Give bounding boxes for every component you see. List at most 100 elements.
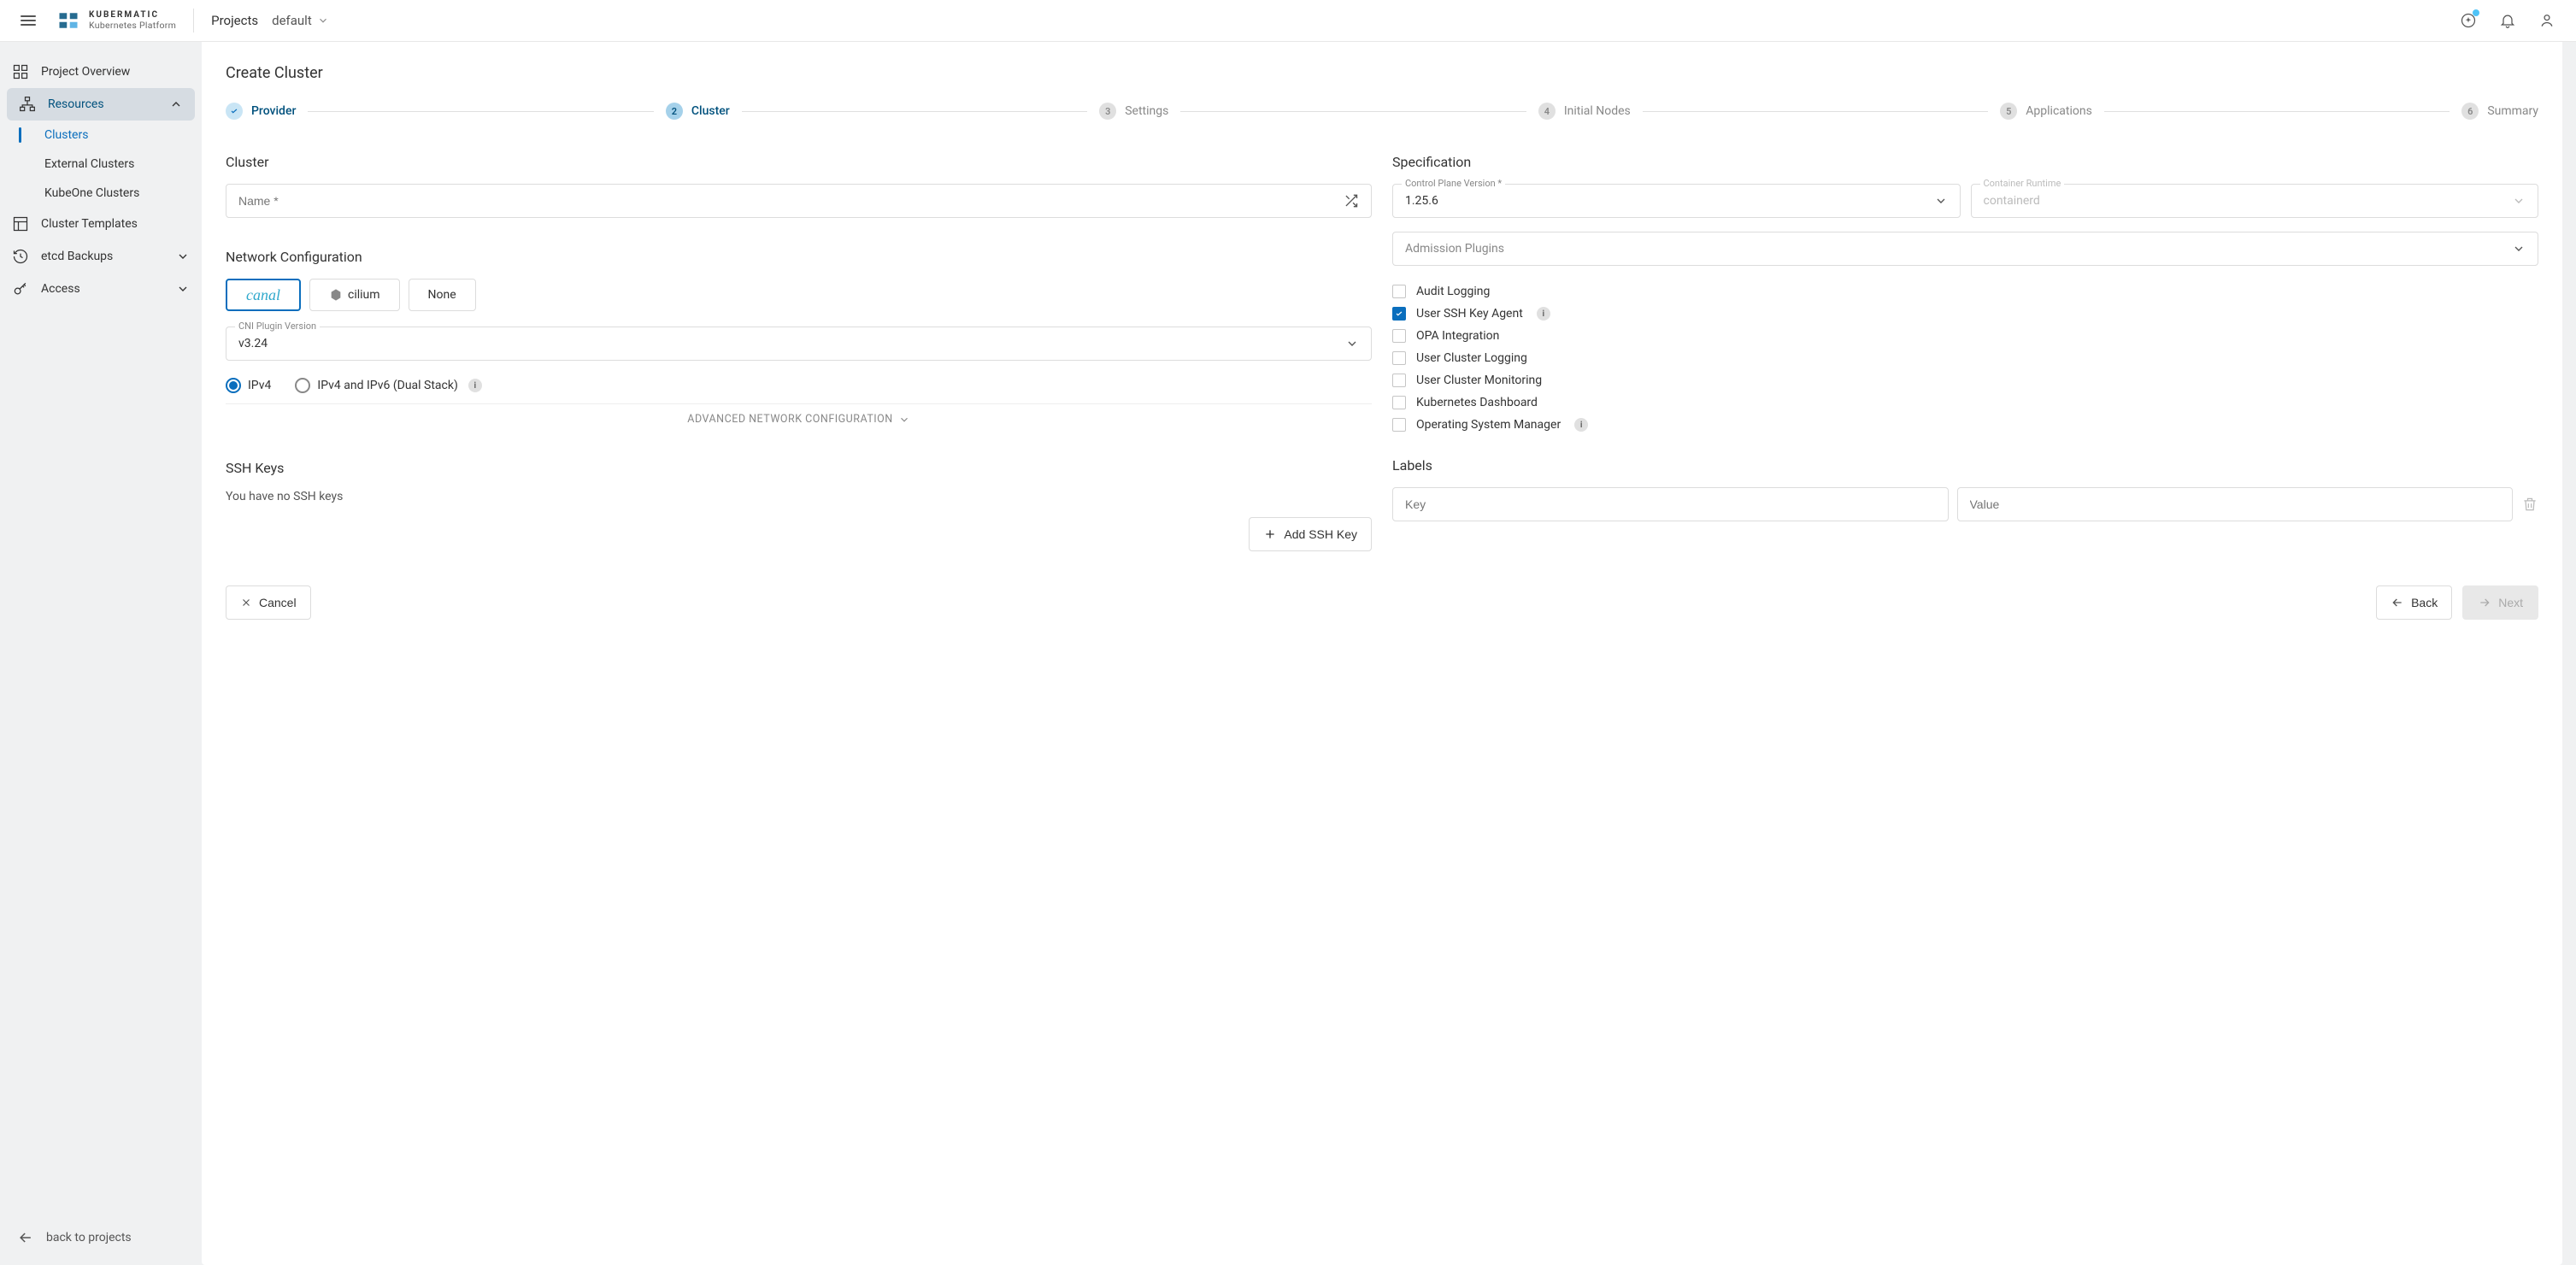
cni-label: cilium (348, 288, 380, 302)
check-user-cluster-monitoring[interactable]: User Cluster Monitoring (1392, 374, 2538, 387)
check-icon (230, 107, 238, 115)
check-opa-integration[interactable]: OPA Integration (1392, 329, 2538, 343)
sidebar-item-resources[interactable]: Resources (7, 88, 195, 121)
cni-label: canal (246, 286, 280, 304)
check-os-manager[interactable]: Operating System Manager i (1392, 418, 2538, 432)
sitemap-icon (19, 96, 36, 113)
cancel-button[interactable]: Cancel (226, 585, 311, 620)
back-to-projects-label: back to projects (46, 1231, 132, 1244)
label-key-input[interactable] (1405, 497, 1936, 511)
ip-radio-label: IPv4 (248, 379, 271, 392)
account-button[interactable] (2532, 5, 2562, 36)
info-icon[interactable]: i (1537, 307, 1550, 321)
section-ssh-title: SSH Keys (226, 460, 1372, 476)
menu-toggle-button[interactable] (14, 9, 43, 32)
info-icon[interactable]: i (1574, 418, 1588, 432)
cni-label: None (428, 288, 456, 302)
sidebar-item-label: Cluster Templates (41, 217, 138, 231)
check-label: Audit Logging (1416, 285, 1490, 298)
section-cluster-title: Cluster (226, 154, 1372, 170)
project-selector-value: default (272, 13, 312, 28)
arrow-right-icon (2478, 596, 2491, 609)
wizard-stepper: Provider 2 Cluster 3 Settings 4 Initial … (226, 103, 2538, 120)
cni-version-select[interactable]: CNI Plugin Version v3.24 (226, 327, 1372, 361)
check-user-ssh-agent[interactable]: User SSH Key Agent i (1392, 307, 2538, 321)
runtime-label: Container Runtime (1980, 178, 2065, 189)
sidebar-sub-clusters[interactable]: Clusters (0, 121, 202, 150)
changelog-button[interactable] (2453, 5, 2484, 36)
badge-dot (2473, 9, 2479, 16)
close-icon (240, 597, 252, 609)
sidebar-item-label: Resources (48, 97, 104, 111)
next-button[interactable]: Next (2462, 585, 2538, 620)
sidebar-item-overview[interactable]: Project Overview (0, 56, 202, 88)
sidebar-item-label: Access (41, 282, 80, 296)
sidebar-sub-external-clusters[interactable]: External Clusters (0, 150, 202, 179)
bell-icon (2499, 12, 2516, 29)
step-number: 2 (666, 103, 683, 120)
label-value-field[interactable] (1957, 487, 2514, 521)
kubermatic-logo-icon (56, 9, 80, 32)
cancel-label: Cancel (259, 596, 297, 609)
ip-radio-dualstack[interactable]: IPv4 and IPv6 (Dual Stack) i (295, 378, 481, 393)
step-provider[interactable]: Provider (226, 103, 296, 120)
cni-option-canal[interactable]: canal (226, 279, 301, 311)
back-button[interactable]: Back (2376, 585, 2452, 620)
check-label: User Cluster Logging (1416, 351, 1527, 365)
control-plane-version-select[interactable]: Control Plane Version * 1.25.6 (1392, 184, 1961, 218)
sidebar-item-etcd-backups[interactable]: etcd Backups (0, 240, 202, 273)
check-user-cluster-logging[interactable]: User Cluster Logging (1392, 351, 2538, 365)
check-label: Operating System Manager (1416, 418, 1561, 432)
trash-icon[interactable] (2521, 496, 2538, 513)
advanced-network-toggle[interactable]: ADVANCED NETWORK CONFIGURATION (226, 403, 1372, 434)
shuffle-icon[interactable] (1344, 193, 1359, 209)
check-kubernetes-dashboard[interactable]: Kubernetes Dashboard (1392, 396, 2538, 409)
section-spec-title: Specification (1392, 154, 2538, 170)
label-key-field[interactable] (1392, 487, 1949, 521)
cni-option-cilium[interactable]: cilium (309, 279, 400, 311)
sidebar-item-access[interactable]: Access (0, 273, 202, 305)
ssh-empty-text: You have no SSH keys (226, 490, 1372, 503)
admission-plugins-select[interactable]: Admission Plugins (1392, 232, 2538, 266)
ip-radio-ipv4[interactable]: IPv4 (226, 378, 271, 393)
notifications-button[interactable] (2492, 5, 2523, 36)
brand-logo[interactable]: KUBERMATIC Kubernetes Platform (56, 9, 176, 32)
cp-version-label: Control Plane Version * (1402, 178, 1505, 189)
project-selector[interactable]: default (272, 13, 329, 28)
step-summary: 6 Summary (2461, 103, 2538, 120)
chevron-down-icon (2512, 194, 2526, 208)
template-icon (12, 215, 29, 232)
container-runtime-select[interactable]: Container Runtime containerd (1971, 184, 2539, 218)
section-network-title: Network Configuration (226, 249, 1372, 265)
chevron-up-icon (169, 97, 183, 111)
chevron-down-icon (1934, 194, 1948, 208)
cp-version-value: 1.25.6 (1405, 194, 1438, 208)
step-label: Provider (251, 104, 296, 118)
main-content: Create Cluster Provider 2 Cluster 3 Sett… (202, 42, 2562, 1265)
check-label: OPA Integration (1416, 329, 1499, 343)
step-cluster[interactable]: 2 Cluster (666, 103, 730, 120)
add-ssh-key-button[interactable]: Add SSH Key (1249, 517, 1372, 551)
step-settings: 3 Settings (1099, 103, 1168, 120)
cluster-name-input[interactable] (238, 194, 1344, 208)
check-label: User Cluster Monitoring (1416, 374, 1542, 387)
sidebar-sub-kubeone-clusters[interactable]: KubeOne Clusters (0, 179, 202, 208)
step-applications: 5 Applications (2000, 103, 2092, 120)
label-value-input[interactable] (1970, 497, 2501, 511)
chevron-down-icon (898, 414, 910, 426)
sidebar-item-templates[interactable]: Cluster Templates (0, 208, 202, 240)
cni-option-none[interactable]: None (409, 279, 476, 311)
check-label: User SSH Key Agent (1416, 307, 1523, 321)
grid-icon (12, 63, 29, 80)
top-header: KUBERMATIC Kubernetes Platform Projects … (0, 0, 2576, 42)
runtime-value: containerd (1984, 194, 2040, 208)
info-icon[interactable]: i (468, 379, 482, 392)
advanced-network-label: ADVANCED NETWORK CONFIGURATION (687, 413, 892, 426)
check-audit-logging[interactable]: Audit Logging (1392, 285, 2538, 298)
step-number: 3 (1099, 103, 1116, 120)
cluster-name-field[interactable] (226, 184, 1372, 218)
projects-link[interactable]: Projects (211, 13, 258, 28)
step-label: Summary (2487, 104, 2538, 118)
step-number: 5 (2000, 103, 2017, 120)
back-to-projects-link[interactable]: back to projects (0, 1215, 202, 1265)
